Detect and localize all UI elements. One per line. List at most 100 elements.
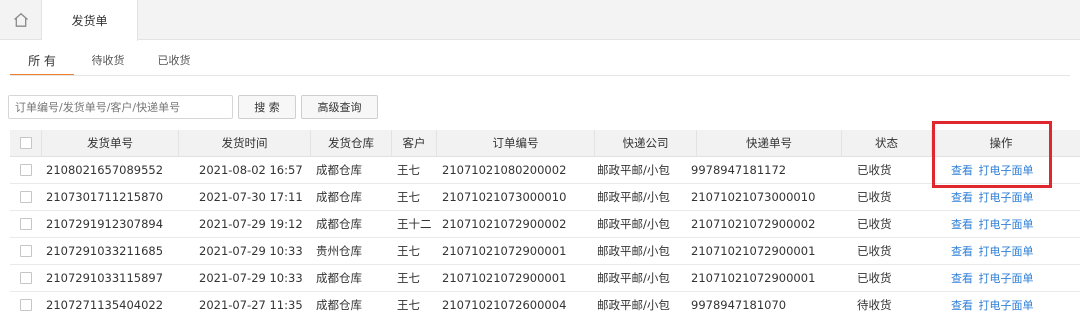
cell-order-no: 21071021080200002 xyxy=(442,163,567,177)
cell-time: 2021-07-27 11:35 xyxy=(199,298,303,312)
row-select-cell xyxy=(10,265,42,292)
table-row: 2107301711215870 2021-07-30 17:11 成都仓库 王七 21… xyxy=(10,184,1080,211)
column-header: 客户 xyxy=(392,130,437,157)
cell-warehouse: 成都仓库 xyxy=(316,163,362,177)
column-header: 快递单号 xyxy=(697,130,842,157)
table-row: 2107271135404022 2021-07-27 11:35 成都仓库 王七 21… xyxy=(10,292,1080,317)
cell-customer: 王七 xyxy=(397,271,420,285)
home-button[interactable] xyxy=(0,0,42,40)
column-header: 订单编号 xyxy=(437,130,595,157)
row-checkbox[interactable] xyxy=(20,245,32,257)
column-header: 快递公司 xyxy=(595,130,697,157)
view-link[interactable]: 查看 xyxy=(951,164,973,177)
row-actions: 查看 打电子面单 xyxy=(951,292,1034,317)
cell-order-no: 21071021073000010 xyxy=(442,190,567,204)
column-header: 状态 xyxy=(842,130,932,157)
cell-time: 2021-08-02 16:57 xyxy=(199,163,303,177)
tab-all[interactable]: 所 有 xyxy=(10,50,74,76)
cell-shipment-no: 2107291033115897 xyxy=(46,271,164,285)
advanced-search-button[interactable]: 高级查询 xyxy=(301,95,378,119)
cell-shipment-no: 2107291033211685 xyxy=(46,244,164,258)
cell-tracking-no: 21071021072900001 xyxy=(691,271,816,285)
view-link[interactable]: 查看 xyxy=(951,272,973,285)
view-link[interactable]: 查看 xyxy=(951,245,973,258)
cell-tracking-no: 9978947181070 xyxy=(691,298,787,312)
row-checkbox[interactable] xyxy=(20,299,32,311)
table-row: 2107291033115897 2021-07-29 10:33 成都仓库 王七 21… xyxy=(10,265,1080,292)
cell-customer: 王七 xyxy=(397,298,420,312)
cell-order-no: 21071021072900001 xyxy=(442,271,567,285)
cell-tracking-no: 9978947181172 xyxy=(691,163,787,177)
cell-order-no: 21071021072900002 xyxy=(442,217,567,231)
cell-time: 2021-07-30 17:11 xyxy=(199,190,303,204)
print-waybill-link[interactable]: 打电子面单 xyxy=(979,245,1034,258)
top-tab-bar: 发货单 xyxy=(0,0,1080,41)
cell-warehouse: 成都仓库 xyxy=(316,298,362,312)
cell-tracking-no: 21071021072900001 xyxy=(691,244,816,258)
cell-status: 已收货 xyxy=(857,217,892,231)
search-input[interactable] xyxy=(8,95,233,119)
cell-order-no: 21071021072900001 xyxy=(442,244,567,258)
cell-warehouse: 成都仓库 xyxy=(316,271,362,285)
cell-shipment-no: 2107271135404022 xyxy=(46,298,164,312)
cell-express: 邮政平邮/小包 xyxy=(597,298,670,312)
row-checkbox[interactable] xyxy=(20,218,32,230)
print-waybill-link[interactable]: 打电子面单 xyxy=(979,164,1034,177)
cell-customer: 王七 xyxy=(397,244,420,258)
cell-express: 邮政平邮/小包 xyxy=(597,271,670,285)
row-select-cell xyxy=(10,157,42,184)
view-link[interactable]: 查看 xyxy=(951,218,973,231)
cell-express: 邮政平邮/小包 xyxy=(597,244,670,258)
table-row: 2107291912307894 2021-07-29 19:12 成都仓库 王十二 2… xyxy=(10,211,1080,238)
cell-status: 已收货 xyxy=(857,244,892,258)
row-actions: 查看 打电子面单 xyxy=(951,157,1034,184)
table-header-row: 发货单号 发货时间 发货仓库 客户 订单编号 快递公司 快递单号 状态 操作 xyxy=(10,130,1080,157)
view-link[interactable]: 查看 xyxy=(951,299,973,312)
tab-shipment-document[interactable]: 发货单 xyxy=(42,0,138,41)
tab-received[interactable]: 已收货 xyxy=(146,50,202,76)
print-waybill-link[interactable]: 打电子面单 xyxy=(979,299,1034,312)
row-actions: 查看 打电子面单 xyxy=(951,211,1034,238)
cell-time: 2021-07-29 10:33 xyxy=(199,244,303,258)
print-waybill-link[interactable]: 打电子面单 xyxy=(979,272,1034,285)
column-header: 发货仓库 xyxy=(311,130,392,157)
cell-order-no: 21071021072600004 xyxy=(442,298,567,312)
cell-warehouse: 成都仓库 xyxy=(316,190,362,204)
row-select-cell xyxy=(10,211,42,238)
row-select-cell xyxy=(10,184,42,211)
row-actions: 查看 打电子面单 xyxy=(951,238,1034,265)
cell-express: 邮政平邮/小包 xyxy=(597,163,670,177)
cell-shipment-no: 2108021657089552 xyxy=(46,163,164,177)
cell-status: 已收货 xyxy=(857,190,892,204)
table-row: 2107291033211685 2021-07-29 10:33 贵州仓库 王七 21… xyxy=(10,238,1080,265)
shipment-table: 发货单号 发货时间 发货仓库 客户 订单编号 快递公司 快递单号 状态 操作 2… xyxy=(10,130,1080,317)
header-select-cell xyxy=(10,130,42,157)
view-link[interactable]: 查看 xyxy=(951,191,973,204)
row-checkbox[interactable] xyxy=(20,164,32,176)
table-row: 2108021657089552 2021-08-02 16:57 成都仓库 王七 21… xyxy=(10,157,1080,184)
cell-status: 待收货 xyxy=(857,298,892,312)
search-button[interactable]: 搜 索 xyxy=(238,95,296,119)
cell-time: 2021-07-29 10:33 xyxy=(199,271,303,285)
cell-customer: 王七 xyxy=(397,163,420,177)
row-checkbox[interactable] xyxy=(20,272,32,284)
tab-pending-receipt[interactable]: 待收货 xyxy=(80,50,136,76)
column-header: 发货单号 xyxy=(42,130,179,157)
tab-shipment-document-label: 发货单 xyxy=(71,14,108,28)
row-select-cell xyxy=(10,238,42,265)
cell-status: 已收货 xyxy=(857,163,892,177)
row-checkbox[interactable] xyxy=(20,191,32,203)
cell-tracking-no: 21071021073000010 xyxy=(691,190,816,204)
print-waybill-link[interactable]: 打电子面单 xyxy=(979,191,1034,204)
cell-customer: 王十二 xyxy=(397,217,432,231)
print-waybill-link[interactable]: 打电子面单 xyxy=(979,218,1034,231)
row-actions: 查看 打电子面单 xyxy=(951,184,1034,211)
home-icon xyxy=(13,12,28,27)
cell-warehouse: 成都仓库 xyxy=(316,217,362,231)
cell-tracking-no: 21071021072900002 xyxy=(691,217,816,231)
tab-divider xyxy=(10,75,1070,76)
select-all-checkbox[interactable] xyxy=(20,137,32,149)
row-select-cell xyxy=(10,292,42,317)
cell-shipment-no: 2107291912307894 xyxy=(46,217,164,231)
cell-customer: 王七 xyxy=(397,190,420,204)
